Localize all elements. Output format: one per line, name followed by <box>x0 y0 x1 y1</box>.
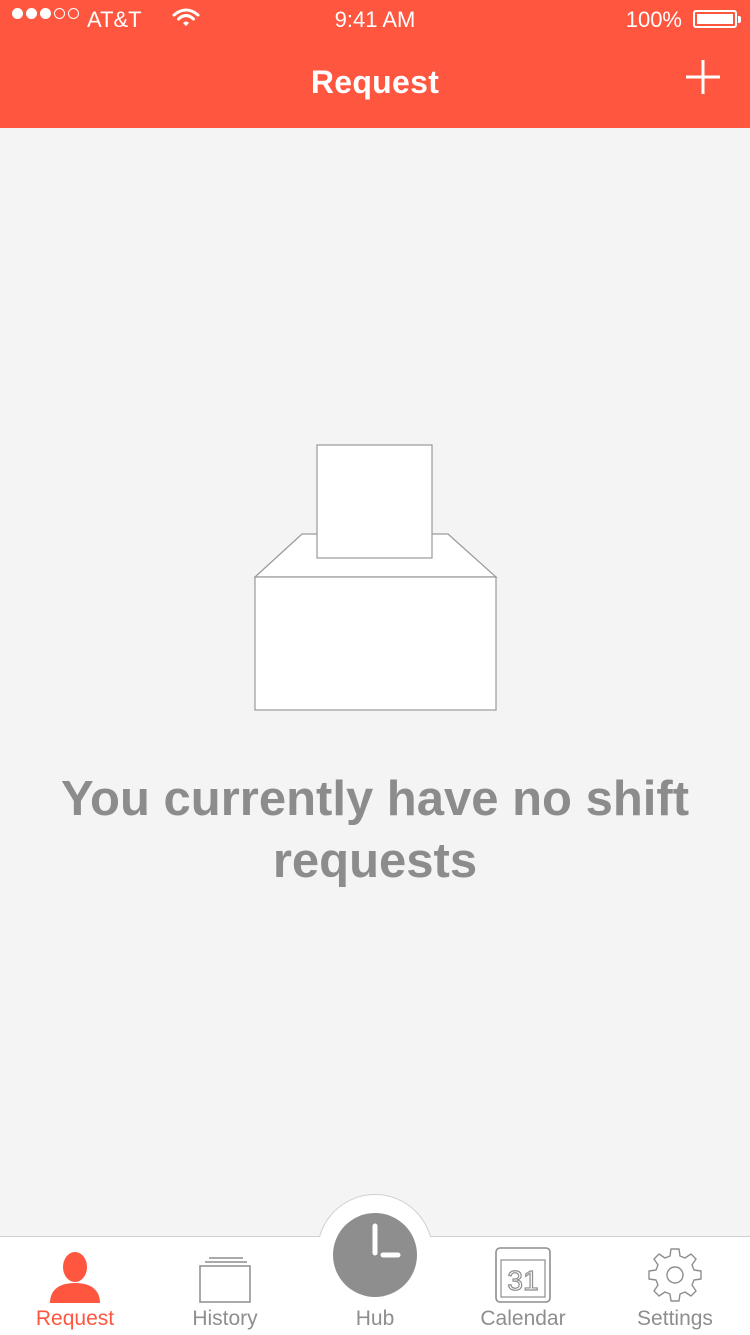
calendar-icon: 31 <box>495 1247 551 1303</box>
tab-label: Settings <box>637 1307 713 1330</box>
tab-label: History <box>192 1307 258 1330</box>
person-icon <box>50 1252 100 1303</box>
ballot-box-icon <box>253 444 498 711</box>
history-stack-icon <box>199 1257 251 1303</box>
navigation-header: AT&T 9:41 AM 100% Request <box>0 0 750 128</box>
calendar-day-number: 31 <box>507 1265 538 1296</box>
empty-state-message: You currently have no shift requests <box>60 772 690 888</box>
battery-percentage: 100% <box>625 7 682 32</box>
tab-settings[interactable]: Settings <box>600 1236 750 1334</box>
tab-label: Request <box>35 1307 115 1330</box>
plus-icon <box>686 60 720 94</box>
tab-history[interactable]: History <box>150 1236 300 1334</box>
page-title: Request <box>310 64 440 100</box>
add-request-button[interactable] <box>684 58 722 96</box>
tab-calendar[interactable]: 31 Calendar <box>448 1236 598 1334</box>
tab-icon-wrap <box>150 1244 300 1304</box>
tab-label: Calendar <box>480 1307 566 1330</box>
battery-icon <box>693 10 741 28</box>
status-bar: AT&T 9:41 AM 100% <box>0 0 750 40</box>
tab-icon-wrap <box>600 1244 750 1304</box>
clock-icon[interactable] <box>332 1212 418 1298</box>
tab-label: Hub <box>355 1307 395 1330</box>
tab-request[interactable]: Request <box>0 1236 150 1334</box>
gear-icon <box>648 1248 702 1302</box>
tab-icon-wrap <box>0 1244 150 1304</box>
tab-icon-wrap: 31 <box>448 1244 598 1304</box>
